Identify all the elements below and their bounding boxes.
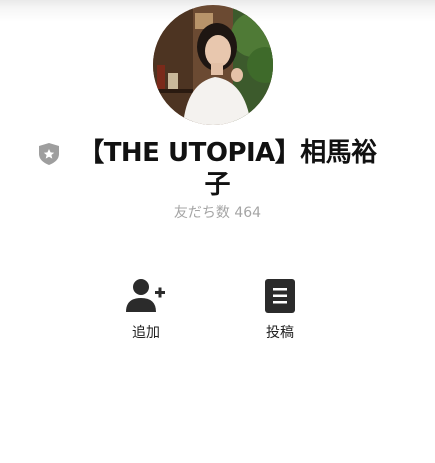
add-friend-button[interactable]: 追加 xyxy=(106,278,186,342)
friends-number: 464 xyxy=(234,205,262,221)
profile-avatar[interactable] xyxy=(153,5,273,125)
posts-button[interactable]: 投稿 xyxy=(240,278,320,342)
posts-icon xyxy=(265,279,295,313)
profile-name-row: 【THE UTOPIA】相馬裕 xyxy=(0,136,435,170)
friends-label: 友だち数 xyxy=(173,205,230,221)
profile-name-continuation: 子 xyxy=(204,170,231,200)
avatar-photo xyxy=(153,5,273,125)
add-friend-label: 追加 xyxy=(132,325,160,341)
posts-label: 投稿 xyxy=(266,325,294,341)
profile-name: 【THE UTOPIA】相馬裕 xyxy=(78,138,377,168)
friends-count: 友だち数 464 xyxy=(0,202,435,222)
add-friend-icon xyxy=(126,279,165,312)
shield-star-icon xyxy=(39,143,60,165)
